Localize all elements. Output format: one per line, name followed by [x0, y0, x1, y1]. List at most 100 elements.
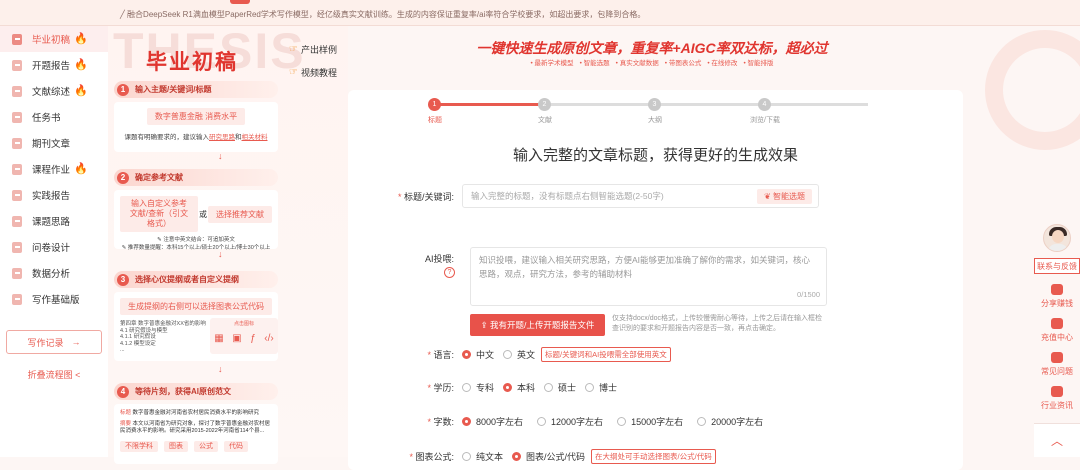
formula-icon[interactable]: ƒ: [250, 333, 256, 344]
right-bar-faq-button[interactable]: 常见问题: [1034, 352, 1080, 377]
insert-toolbar: 点击图标 ▦ ▣ ƒ ‹/›: [210, 318, 278, 354]
sidebar-item-practice-report[interactable]: 实践报告: [0, 182, 108, 208]
upload-proposal-button[interactable]: ⇪ 我有开题/上传开题报告文件: [470, 314, 605, 336]
language-label: * 语言:: [348, 348, 462, 361]
wallet-icon: [1051, 318, 1063, 329]
main-area: 一键快速生成原创文章，重复率+AIGC率双达标，超必过 • 最新学术模型 • 智能…: [348, 26, 1072, 470]
language-option[interactable]: 中文: [462, 348, 494, 361]
sidebar-item-writing-basic[interactable]: 写作基础版: [0, 286, 108, 312]
wordcount-row: * 字数: 8000字左右 12000字左右 15000字左右 20000字左右: [348, 415, 763, 428]
note-text: 课题有明确要求的，建议输入: [124, 134, 210, 141]
notice-text: ╱ 融合DeepSeek R1满血模型PaperRed学术写作模型，经亿级真实文…: [120, 9, 645, 20]
radio-icon: [544, 383, 554, 392]
language-option[interactable]: 英文: [503, 348, 535, 361]
table-icon[interactable]: ▦: [214, 333, 223, 344]
fire-icon: 🔥: [74, 84, 88, 97]
note-highlight: 相关材料: [241, 134, 268, 141]
sidebar-item-label: 期刊文章: [32, 139, 71, 150]
document-icon: [12, 241, 22, 253]
back-to-top-icon[interactable]: ︿: [1034, 423, 1080, 457]
flow-step-2: 2 确定参考文献 输入自定义参考文献/查新（引文格式） 或 选择推荐文献 ✎ 注意…: [114, 169, 278, 251]
title-text: 数字普惠金融对河南省农村居民消费水平的影响研究: [132, 410, 260, 416]
sidebar-item-literature-review[interactable]: 文献综述 🔥: [0, 78, 108, 104]
wordcount-option-label: 12000字左右: [551, 417, 604, 427]
arrow-down-icon: ↓: [218, 151, 223, 161]
hand-point-icon: ☞: [289, 44, 298, 55]
headline: 一键快速生成原创文章，重复率+AIGC率双达标，超必过: [476, 40, 828, 56]
feature-chips: 不限学科 图表 公式 代码: [120, 440, 272, 452]
degree-option-label: 硕士: [558, 383, 577, 393]
sample-output-link[interactable]: ☞ 产出样例: [289, 43, 337, 56]
sidebar-item-label: 毕业初稿: [32, 35, 71, 46]
flowchart-panel: THESIS 毕业初稿 ☞ 产出样例 ☞ 视频教程 1 输入主题/关键词/标题 数字普…: [108, 23, 348, 464]
document-icon: [12, 137, 22, 149]
record-label: 写作记录: [27, 337, 64, 348]
right-bar-share-earn-button[interactable]: 分享赚钱: [1034, 284, 1080, 309]
wordcount-label: * 字数:: [348, 415, 462, 428]
language-options: 中文 英文: [462, 348, 535, 361]
sidebar-item-task-book[interactable]: 任务书: [0, 104, 108, 130]
writing-record-button[interactable]: 写作记录 →: [6, 330, 102, 354]
sample-abstract: 摘要 本文以河南省为研究对象，探讨了数字普惠金融对农村居民消费水平的影响。研究采…: [120, 421, 272, 436]
arrow-down-icon: ↓: [218, 249, 223, 259]
fire-icon: 🔥: [74, 58, 88, 71]
feature-bullet: • 最新学术模型: [530, 60, 574, 67]
degree-option-label: 本科: [517, 383, 536, 393]
radio-icon: [585, 383, 595, 392]
degree-option[interactable]: 博士: [585, 381, 617, 394]
custom-reference-tag: 输入自定义参考文献/查新（引文格式）: [120, 196, 198, 232]
step-header: 1 输入主题/关键词/标题: [114, 81, 278, 98]
feature-chip: 公式: [194, 440, 218, 452]
moneybag-icon: [1051, 284, 1063, 295]
smart-topic-button[interactable]: ❦ 智能选题: [757, 189, 812, 204]
wordcount-options: 8000字左右 12000字左右 15000字左右 20000字左右: [462, 415, 763, 428]
document-icon: [12, 189, 22, 201]
wordcount-option[interactable]: 12000字左右: [537, 415, 603, 428]
sidebar-item-journal-article[interactable]: 期刊文章: [0, 130, 108, 156]
degree-option[interactable]: 本科: [503, 381, 535, 394]
right-bar-industry-news-button[interactable]: 行业资讯: [1034, 386, 1080, 411]
feature-chip: 不限学科: [120, 440, 158, 452]
image-icon[interactable]: ▣: [232, 333, 241, 344]
sidebar-item-data-analysis[interactable]: 数据分析: [0, 260, 108, 286]
or-label: 或: [199, 209, 207, 219]
feature-chip: 代码: [224, 440, 248, 452]
title-input[interactable]: 输入完整的标题，没有标题点右侧智能选题(2-50字) ❦ 智能选题: [462, 184, 819, 208]
stepper-progress: [434, 103, 544, 106]
wordcount-option[interactable]: 20000字左右: [697, 415, 763, 428]
right-bar-recharge-center-button[interactable]: 充值中心: [1034, 318, 1080, 343]
wordcount-option[interactable]: 8000字左右: [462, 415, 523, 428]
stepper-label: 浏览/下载: [750, 117, 780, 124]
step-header: 2 确定参考文献: [114, 169, 278, 186]
sidebar-item-questionnaire[interactable]: 问卷设计: [0, 234, 108, 260]
label-text: 语言:: [433, 350, 454, 360]
sidebar-item-thesis-draft[interactable]: 毕业初稿 🔥: [0, 26, 108, 52]
note-text: 推荐数量提醒：本科15个以上/硕士20个以上/博士30个以上: [127, 245, 271, 251]
degree-option[interactable]: 硕士: [544, 381, 576, 394]
contact-feedback-button[interactable]: 联系与反馈: [1034, 258, 1080, 274]
support-avatar[interactable]: [1043, 224, 1071, 252]
sidebar-item-proposal-report[interactable]: 开题报告 🔥: [0, 52, 108, 78]
degree-option-label: 博士: [599, 383, 618, 393]
sidebar-item-course-work[interactable]: 课程作业 🔥: [0, 156, 108, 182]
step-card: 生成提纲的右侧可以选择图表公式代码 第四章 数字普惠金融对XX省的影响 4.1 研…: [114, 292, 278, 361]
step-number: 1: [117, 83, 129, 96]
sidebar: 毕业初稿 🔥 开题报告 🔥 文献综述 🔥 任务书 期刊文章 课程作业 🔥 实践报告 课题思路 问卷设计数…: [0, 26, 108, 457]
radio-icon: [697, 417, 707, 426]
arrow-right-icon: →: [71, 337, 81, 347]
fold-flowchart-link[interactable]: 折叠流程图 <: [0, 368, 108, 381]
wordcount-option[interactable]: 15000字左右: [617, 415, 683, 428]
note-text: 注意中英文结合：可追加英文: [163, 237, 235, 243]
abstract-label: 摘要: [120, 420, 132, 427]
video-tutorial-link[interactable]: ☞ 视频教程: [289, 66, 337, 79]
document-icon: [12, 33, 22, 45]
document-icon: [12, 267, 22, 279]
sidebar-item-label: 问卷设计: [32, 243, 71, 254]
code-icon[interactable]: ‹/›: [264, 333, 273, 344]
step-number: 4: [117, 385, 129, 398]
help-icon[interactable]: ?: [444, 267, 455, 278]
sidebar-item-topic-ideas[interactable]: 课题思路: [0, 208, 108, 234]
degree-option[interactable]: 专科: [462, 381, 494, 394]
ai-feed-textarea[interactable]: 知识投喂，建议输入相关研究思路，方便AI能够更加准确了解你的需求，如关键词，核心…: [470, 247, 827, 306]
feature-bullets: • 最新学术模型 • 智能选题 • 真实文献数据 • 带图表公式 • 在线修改 • 智能排…: [352, 57, 952, 67]
